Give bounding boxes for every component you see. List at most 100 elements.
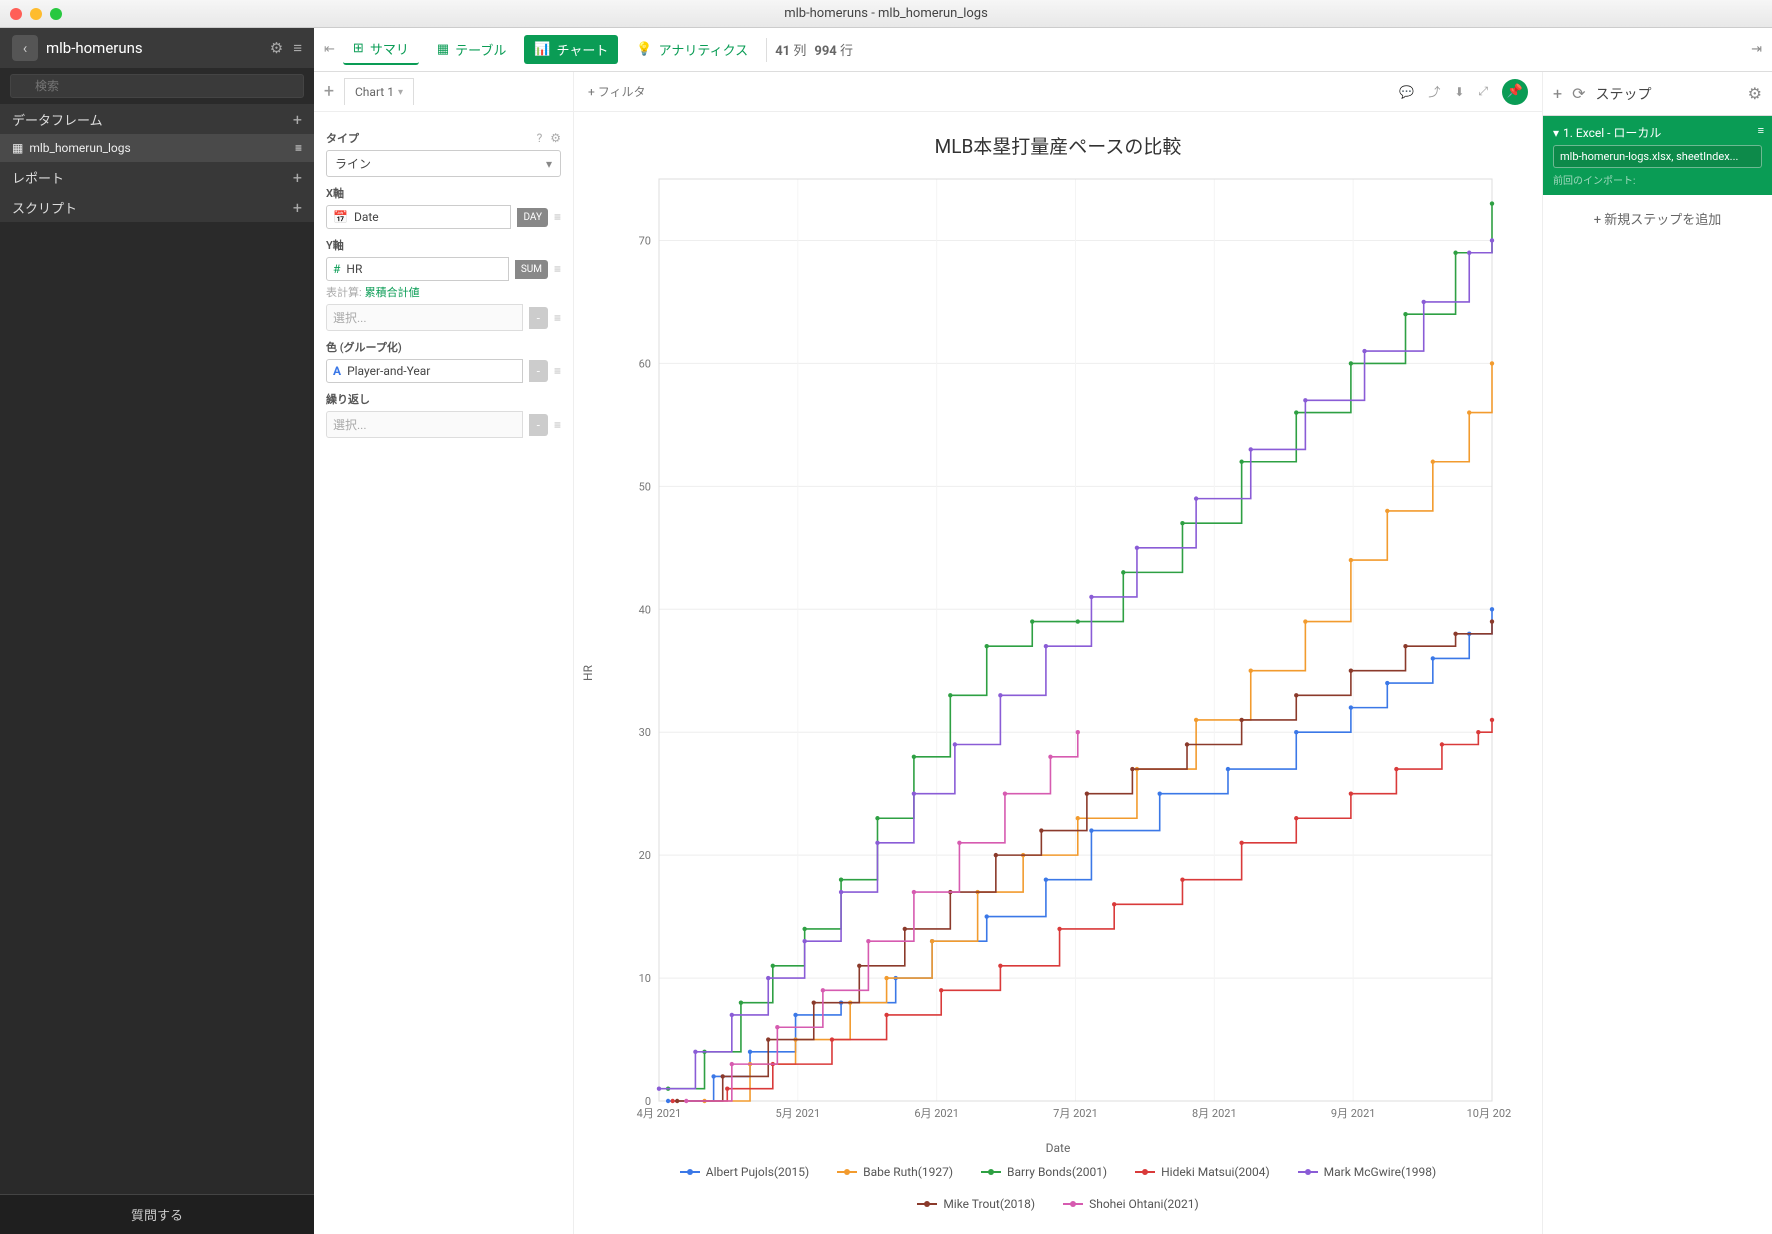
share-icon[interactable]: ⤴ [1428, 83, 1440, 100]
step-file-label: mlb-homerun-logs.xlsx, sheetIndex... [1553, 145, 1762, 168]
legend-item[interactable]: Babe Ruth(1927) [837, 1165, 953, 1179]
add-script-icon[interactable]: + [293, 198, 302, 217]
download-icon[interactable]: ⬇ [1454, 85, 1464, 99]
svg-text:8月 2021: 8月 2021 [1192, 1107, 1237, 1120]
tab-summary[interactable]: ⊞ サマリ [343, 34, 419, 65]
gear-icon[interactable]: ⚙ [550, 131, 561, 145]
tab-chart[interactable]: 📊 チャート [524, 35, 618, 64]
y-axis-field[interactable]: # HR [326, 257, 509, 281]
add-chart-tab[interactable]: + [314, 81, 344, 102]
steps-title: ステップ [1595, 84, 1651, 104]
grid-icon: ⊞ [353, 41, 364, 56]
y-agg-badge[interactable]: SUM [515, 260, 548, 279]
svg-text:4月 2021: 4月 2021 [637, 1107, 682, 1120]
x-agg-badge[interactable]: DAY [517, 208, 548, 227]
svg-text:6月 2021: 6月 2021 [914, 1107, 959, 1120]
legend-item[interactable]: Mike Trout(2018) [917, 1197, 1035, 1211]
y-axis-add-field[interactable]: 選択... [326, 304, 523, 331]
ask-question-button[interactable]: 質問する [0, 1194, 314, 1234]
x-axis-title: Date [604, 1141, 1512, 1155]
project-name: mlb-homeruns [46, 39, 143, 57]
window-titlebar: mlb-homeruns - mlb_homerun_logs [0, 0, 1772, 28]
repeat-label: 繰り返し [326, 391, 370, 407]
field-menu-icon[interactable]: ≡ [554, 364, 561, 378]
svg-text:10月 2021: 10月 2021 [1467, 1107, 1512, 1120]
bulb-icon: 💡 [636, 42, 652, 57]
pin-button[interactable]: 📌 [1502, 79, 1528, 105]
collapse-right-icon[interactable]: ⇥ [1751, 42, 1762, 57]
gear-icon[interactable]: ⚙ [270, 39, 283, 57]
refresh-icon[interactable]: ⟳ [1572, 84, 1585, 103]
svg-text:50: 50 [639, 480, 651, 493]
agg-placeholder-badge: - [529, 307, 548, 329]
collapse-left-icon[interactable]: ⇤ [324, 42, 335, 57]
item-menu-icon[interactable]: ≡ [295, 141, 302, 155]
add-report-icon[interactable]: + [293, 168, 302, 187]
calendar-icon: 📅 [333, 210, 348, 224]
chart-area: + フィルタ 💬 ⤴ ⬇ ⤢ 📌 MLB本塁打量産ペースの比較 HR 01020… [574, 72, 1542, 1234]
help-icon[interactable]: ? [537, 131, 543, 145]
comment-icon[interactable]: 💬 [1399, 85, 1414, 99]
field-menu-icon[interactable]: ≡ [554, 262, 561, 276]
chart-plot: 0102030405060704月 20215月 20216月 20217月 2… [604, 169, 1512, 1141]
caret-down-icon: ▾ [1553, 126, 1559, 140]
y-axis-label: Y軸 [326, 237, 344, 253]
step-meta: 前回のインポート: [1553, 172, 1762, 187]
y-axis-title: HR [581, 665, 595, 681]
window-title: mlb-homeruns - mlb_homerun_logs [0, 6, 1772, 21]
table-calc-link[interactable]: 累積合計値 [365, 286, 420, 299]
new-step-button[interactable]: + 新規ステップを追加 [1543, 195, 1772, 242]
chart-config-panel: + Chart 1 ▾ タイプ ? ⚙ [314, 72, 574, 1234]
repeat-field[interactable]: 選択... [326, 411, 523, 438]
view-toolbar: ⇤ ⊞ サマリ ▦ テーブル 📊 チャート 💡 アナリティクス [314, 28, 1772, 72]
chart-tab-1[interactable]: Chart 1 ▾ [344, 78, 414, 105]
svg-text:7月 2021: 7月 2021 [1053, 1107, 1098, 1120]
color-label: 色 (グループ化) [326, 339, 402, 355]
add-filter-button[interactable]: + フィルタ [588, 83, 646, 100]
caret-down-icon: ▾ [546, 157, 552, 171]
field-menu-icon[interactable]: ≡ [554, 418, 561, 432]
svg-text:40: 40 [639, 603, 651, 616]
chart-type-select[interactable]: ライン ▾ [326, 150, 561, 177]
add-dataframe-icon[interactable]: + [293, 110, 302, 129]
step-item-1[interactable]: ▾ 1. Excel - ローカル mlb-homerun-logs.xlsx,… [1543, 116, 1772, 195]
table-icon: ▦ [437, 42, 449, 57]
x-axis-field[interactable]: 📅 Date [326, 205, 511, 229]
legend-item[interactable]: Albert Pujols(2015) [680, 1165, 809, 1179]
step-menu-icon[interactable]: ≡ [1758, 124, 1764, 137]
legend-item[interactable]: Barry Bonds(2001) [981, 1165, 1107, 1179]
table-icon: ▦ [12, 141, 23, 155]
steps-panel: + ⟳ ステップ ⚙ ▾ 1. Excel - ローカル mlb-homerun… [1542, 72, 1772, 1234]
text-icon: A [333, 364, 341, 378]
svg-text:20: 20 [639, 849, 651, 862]
chart-title: MLB本塁打量産ペースの比較 [604, 132, 1512, 159]
dataframe-item[interactable]: ▦ mlb_homerun_logs ≡ [0, 134, 314, 162]
field-menu-icon[interactable]: ≡ [554, 311, 561, 325]
section-scripts[interactable]: スクリプト + [0, 192, 314, 222]
svg-text:5月 2021: 5月 2021 [776, 1107, 821, 1120]
svg-text:10: 10 [639, 972, 651, 985]
tab-table[interactable]: ▦ テーブル [427, 35, 517, 64]
legend-item[interactable]: Hideki Matsui(2004) [1135, 1165, 1270, 1179]
back-button[interactable]: ‹ [12, 35, 38, 61]
section-reports[interactable]: レポート + [0, 162, 314, 192]
chart-legend: Albert Pujols(2015) Babe Ruth(1927) Barry … [604, 1155, 1512, 1221]
type-label: タイプ [326, 130, 359, 146]
project-sidebar: ‹ mlb-homeruns ⚙ ≡ データフレーム + ▦ [0, 28, 314, 1234]
add-step-icon[interactable]: + [1553, 84, 1562, 103]
color-agg-badge: - [529, 360, 548, 382]
svg-text:9月 2021: 9月 2021 [1331, 1107, 1376, 1120]
menu-icon[interactable]: ≡ [293, 39, 302, 57]
color-field[interactable]: A Player-and-Year [326, 359, 523, 383]
expand-icon[interactable]: ⤢ [1478, 84, 1488, 99]
legend-item[interactable]: Mark McGwire(1998) [1298, 1165, 1437, 1179]
number-icon: # [333, 262, 340, 276]
svg-text:60: 60 [639, 357, 651, 370]
search-input[interactable] [10, 74, 304, 98]
tab-analytics[interactable]: 💡 アナリティクス [626, 35, 758, 64]
field-menu-icon[interactable]: ≡ [554, 210, 561, 224]
svg-text:30: 30 [639, 726, 651, 739]
steps-settings-icon[interactable]: ⚙ [1748, 84, 1762, 103]
section-dataframes[interactable]: データフレーム + [0, 104, 314, 134]
legend-item[interactable]: Shohei Ohtani(2021) [1063, 1197, 1199, 1211]
